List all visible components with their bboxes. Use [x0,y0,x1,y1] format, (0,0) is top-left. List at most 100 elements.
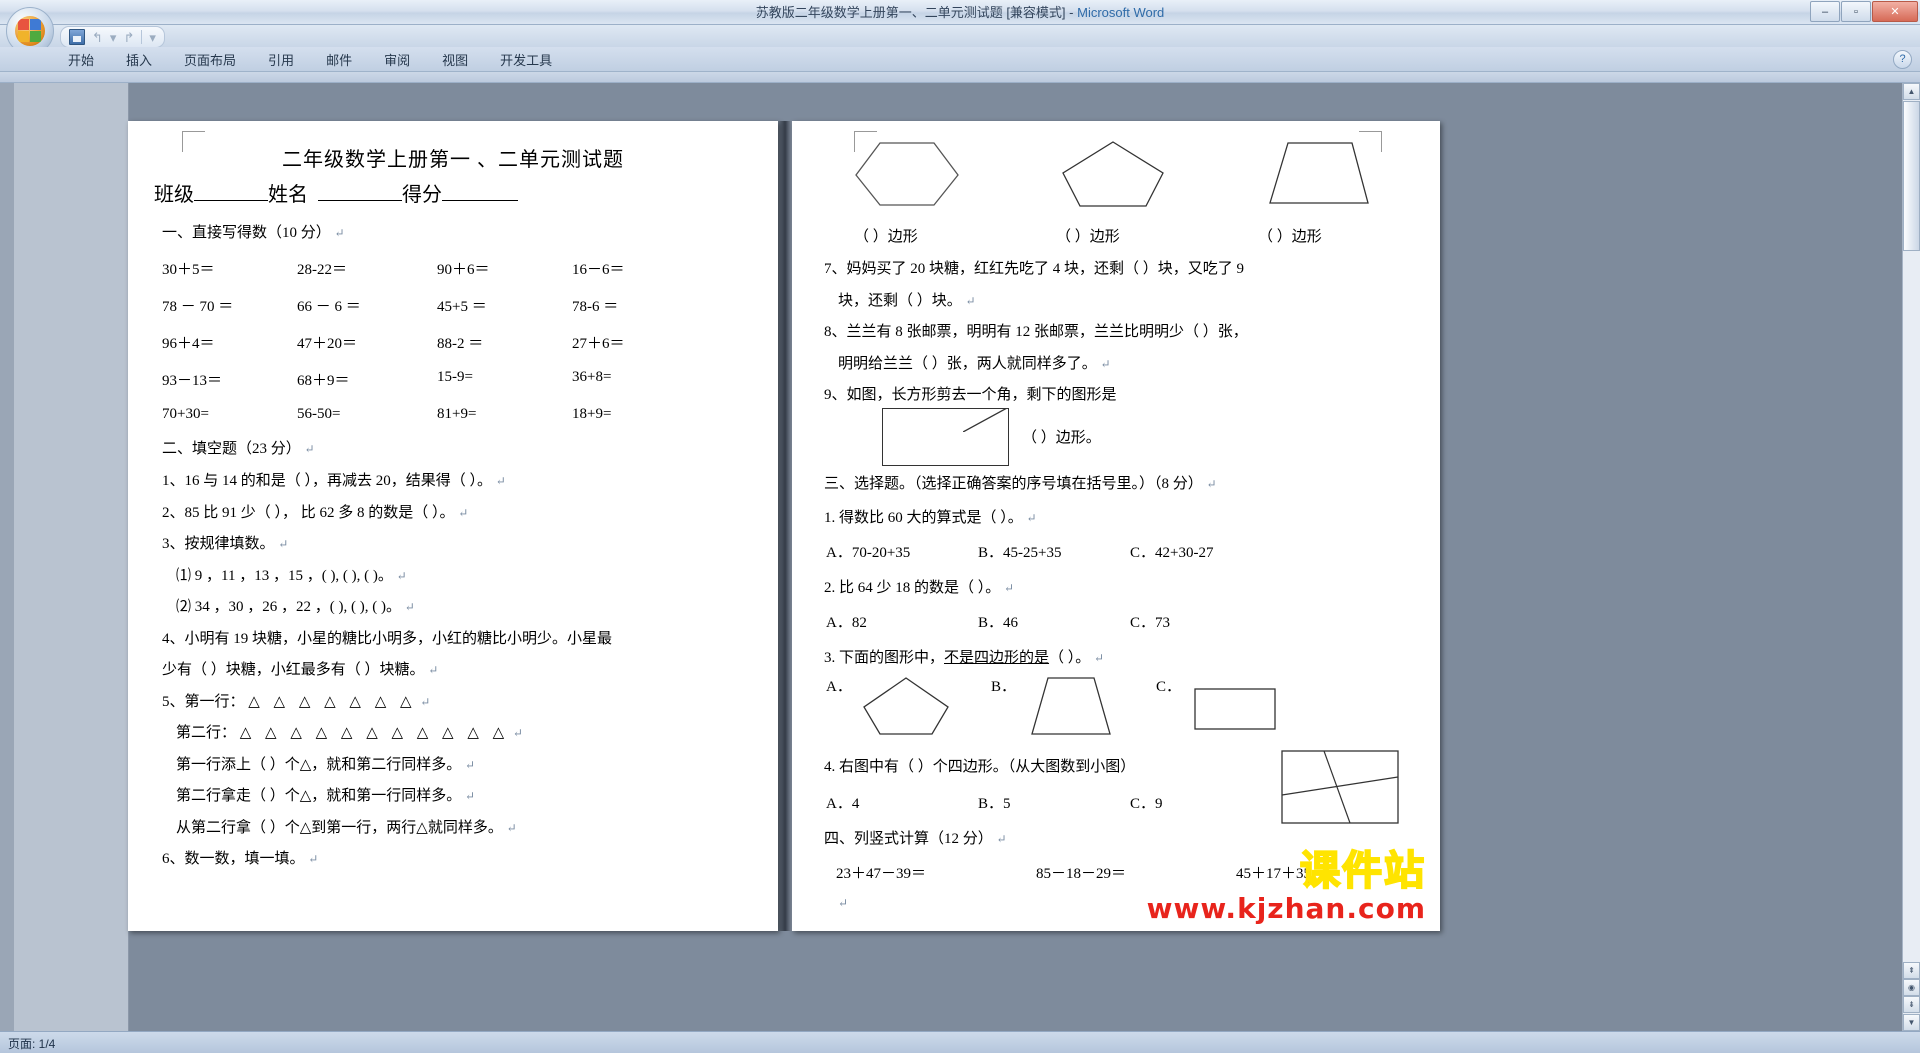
help-icon[interactable]: ? [1893,50,1912,69]
document-workspace: 二年级数学上册第一 、二单元测试题 班级 姓名 得分 一、直接写得数（10 分） … [0,83,1920,1031]
undo-icon[interactable]: ↰ [92,31,103,44]
question-5-row1: 5、第一行： △ △ △ △ △ △ △ ↵ [162,694,778,711]
name-label: 姓名 [268,184,308,206]
mc-question-3: 3. 下面的图形中，不是四边形的是（ ）。 ↵ [824,646,1440,667]
pentagon-icon [1062,141,1164,207]
rectangle-icon [1194,688,1276,730]
select-browse-object-button[interactable]: ◉ [1903,979,1920,996]
question-2-text: 2、85 比 91 少（ ）， 比 62 多 8 的数是（ ）。 [162,504,455,521]
arithmetic-row: 78 － 70 ＝ 66 － 6 ＝ 45+5 ＝ 78-6 ＝ [162,295,778,316]
redo-icon[interactable]: ↱ [123,31,134,44]
polygon-figures [852,139,1440,209]
arithmetic-item: 78-6 ＝ [572,299,619,315]
class-blank[interactable] [194,200,268,201]
polygon-label-2: （ ）边形 [1056,229,1120,245]
chevron-down-icon[interactable]: ▾ [110,31,117,44]
paragraph-mark: ↵ [458,505,469,520]
ribbon-tabs: 开始 插入 页面布局 引用 邮件 审阅 视图 开发工具 [52,47,568,71]
scroll-up-button[interactable]: ▲ [1903,83,1920,100]
mc2-option-b[interactable]: B．46 [978,611,1130,632]
paragraph-mark: ↵ [334,226,345,240]
question-8-line2: 明明给兰兰（ ）张，两人就同样多了。 ↵ [838,356,1440,373]
paragraph-mark: ↵ [465,789,476,803]
paragraph-mark: ↵ [506,820,517,835]
maximize-button[interactable]: ▫ [1841,1,1871,22]
polygon-label-3: （ ）边形 [1258,229,1322,245]
mc4-option-a[interactable]: A．4 [826,792,978,813]
page-number-status[interactable]: 页面: 1/4 [8,1035,55,1052]
mc3-option-a[interactable]: A． [826,675,991,737]
mc4-option-b[interactable]: B．5 [978,792,1130,813]
next-page-button[interactable]: ⇟ [1903,996,1920,1013]
document-page-right[interactable]: （ ）边形 （ ）边形 （ ）边形 7、妈妈买了 20 块糖，红红先吃了 4 块… [792,121,1440,931]
question-3-text: 3、按规律填数。 [162,536,275,552]
previous-page-button[interactable]: ⇞ [1903,962,1920,979]
tab-references[interactable]: 引用 [252,47,310,71]
exam-subheader: 班级 姓名 得分 [154,178,778,207]
status-bar: 页面: 1/4 [0,1031,1920,1053]
score-blank[interactable] [442,200,518,201]
mc3-option-a-label: A． [826,679,852,695]
mc1-option-b[interactable]: B．45-25+35 [978,541,1130,562]
paragraph-mark: ↵ [1026,511,1037,525]
scrollbar-thumb[interactable] [1903,101,1920,251]
hexagon-icon [855,142,959,206]
arithmetic-item: 30＋5＝ [162,262,215,278]
customize-quick-access-icon[interactable]: ▾ [149,31,156,44]
arithmetic-item: 16－6＝ [572,262,625,278]
tab-review[interactable]: 审阅 [368,47,426,71]
tab-view[interactable]: 视图 [426,47,484,71]
arithmetic-item: 27＋6＝ [572,336,625,352]
question-5b-text: 第二行拿走（ ）个△，就和第一行同样多。 [176,788,462,804]
paragraph-mark: ↵ [965,293,976,308]
mc1-option-a[interactable]: A．70-20+35 [826,541,978,562]
mc2-option-c[interactable]: C．73 [1130,611,1282,632]
tab-developer[interactable]: 开发工具 [484,47,568,71]
title-separator: - [1065,5,1078,20]
arithmetic-item: 36+8= [572,369,612,385]
mc2-option-a[interactable]: A．82 [826,611,978,632]
name-blank[interactable] [318,200,402,201]
mc3-option-b[interactable]: B． [991,675,1156,737]
scroll-down-button[interactable]: ▼ [1903,1014,1920,1031]
diagonal-cut-line-icon [963,407,1007,432]
question-5a: 第一行添上（ ）个△，就和第二行同样多。 ↵ [176,757,778,774]
tab-home[interactable]: 开始 [52,47,110,71]
arithmetic-item: 81+9= [437,406,477,422]
window-title: 苏教版二年级数学上册第一、二单元测试题 [兼容模式] - Microsoft W… [0,2,1920,21]
tab-mailings[interactable]: 邮件 [310,47,368,71]
tab-insert[interactable]: 插入 [110,47,168,71]
quick-access-toolbar: ↰ ▾ ↱ ▾ [60,26,165,48]
vertical-scrollbar[interactable]: ▲ ⇞ ◉ ⇟ ▼ [1902,83,1920,1031]
mc-question-2-text: 2. 比 64 少 18 的数是（ ）。 [824,580,1001,596]
mc3-option-c[interactable]: C． [1156,675,1321,737]
paragraph-mark: ↵ [838,896,849,910]
arithmetic-item: 78 － 70 ＝ [162,299,234,315]
mc1-option-c[interactable]: C．42+30-27 [1130,541,1282,562]
mc-question-1-text: 1. 得数比 60 大的算式是（ ）。 [824,510,1023,526]
close-button[interactable]: ✕ [1872,1,1918,22]
triangle-row-1: △ △ △ △ △ △ △ [248,693,417,710]
paragraph-mark: ↵ [428,663,439,677]
document-title-text: 苏教版二年级数学上册第一、二单元测试题 [兼容模式] [755,5,1066,20]
arithmetic-item: 90＋6＝ [437,262,490,278]
paragraph-mark: ↵ [512,726,523,740]
paragraph-mark: ↵ [308,852,319,866]
save-icon[interactable] [69,29,85,45]
question-5c-text: 从第二行拿（ ）个△到第一行，两行△就同样多。 [176,819,503,836]
question-3a-text: ⑴ 9 ，11 ，13 ，15 ，( ), ( ), ( )。 [176,567,393,584]
mc4-option-c[interactable]: C．9 [1130,792,1282,813]
right-background [1440,83,1920,1031]
section-1-heading: 一、直接写得数（10 分） ↵ [162,221,778,242]
arithmetic-item: 96＋4＝ [162,336,215,352]
section-1-heading-text: 一、直接写得数（10 分） [162,225,331,241]
document-page-left[interactable]: 二年级数学上册第一 、二单元测试题 班级 姓名 得分 一、直接写得数（10 分） … [128,121,778,931]
tab-page-layout[interactable]: 页面布局 [168,47,252,71]
minimize-button[interactable]: – [1810,1,1840,22]
question-3b: ⑵ 34 ，30 ，26 ，22 ，( ), ( ), ( )。 ↵ [176,599,778,616]
document-content-right: （ ）边形 （ ）边形 （ ）边形 7、妈妈买了 20 块糖，红红先吃了 4 块… [792,139,1440,912]
arithmetic-item: 88-2 ＝ [437,336,484,352]
question-2: 2、85 比 91 少（ ）， 比 62 多 8 的数是（ ）。 ↵ [162,505,778,522]
section-2-heading: 二、填空题（23 分） ↵ [162,437,778,458]
trapezoid-icon [1031,677,1111,735]
